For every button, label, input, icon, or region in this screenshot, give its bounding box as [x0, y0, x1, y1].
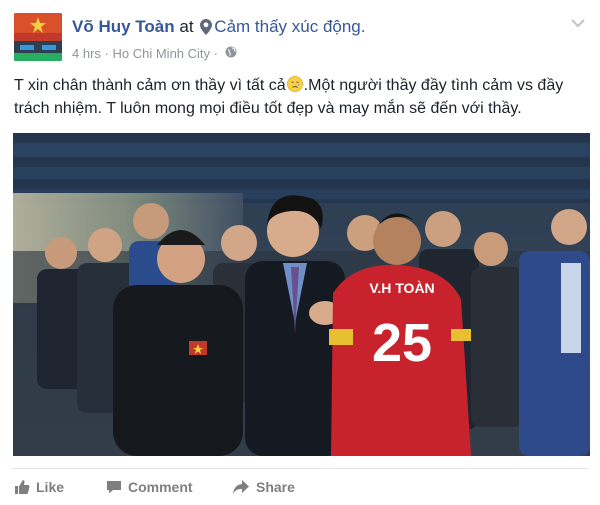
facebook-post: Võ Huy Toàn at Cảm thấy xúc động. 4 hrs … [0, 0, 600, 505]
meta-separator: · [104, 46, 109, 62]
comment-icon [107, 481, 121, 494]
share-arrow-icon [233, 480, 249, 494]
profile-avatar[interactable] [14, 13, 62, 61]
thumbs-up-icon [15, 480, 30, 494]
post-message: T xin chân thành cảm ơn thầy vì tất cả .M… [14, 74, 589, 120]
post-actions-bar: Like Comment Share [12, 468, 588, 503]
location-link[interactable]: Ho Chi Minh City [113, 46, 211, 61]
jersey-name: V.H TOÀN [369, 280, 434, 296]
feeling-link[interactable]: Cảm thấy xúc động. [214, 17, 365, 36]
globe-icon[interactable] [225, 46, 237, 61]
share-button[interactable]: Share [232, 479, 295, 495]
post-photo[interactable]: V.H TOÀN 25 [13, 133, 590, 456]
author-name-link[interactable]: Võ Huy Toàn [72, 17, 175, 36]
at-word: at [179, 17, 194, 36]
post-meta: 4 hrs · Ho Chi Minh City · [72, 45, 564, 61]
like-button[interactable]: Like [14, 479, 64, 495]
like-label: Like [36, 479, 65, 495]
post-timestamp[interactable]: 4 hrs [72, 46, 101, 61]
emoji-crying-icon [286, 76, 303, 92]
post-text-part-1: T xin chân thành cảm ơn thầy vì tất cả [14, 77, 286, 94]
jersey-number: 25 [372, 313, 432, 373]
comment-button[interactable]: Comment [106, 479, 193, 495]
share-label: Share [256, 479, 295, 495]
comment-label: Comment [128, 479, 193, 495]
location-pin-icon [200, 19, 213, 41]
chevron-down-icon[interactable] [570, 16, 586, 28]
post-header: Võ Huy Toàn at Cảm thấy xúc động. 4 hrs … [72, 16, 564, 61]
meta-separator-2: · [213, 46, 218, 62]
